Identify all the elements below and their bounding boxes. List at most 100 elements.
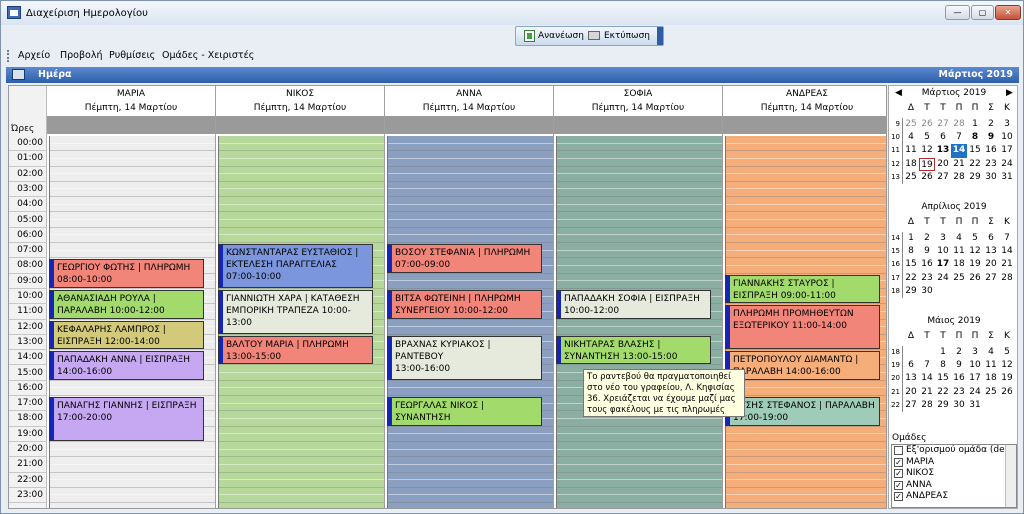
calendar-day[interactable]: 22 xyxy=(935,386,951,399)
time-slot[interactable] xyxy=(554,488,722,496)
refresh-icon[interactable] xyxy=(524,30,535,42)
time-slot[interactable] xyxy=(216,396,384,404)
time-slot[interactable] xyxy=(47,167,215,175)
time-slot[interactable] xyxy=(216,174,384,182)
maximize-button[interactable]: ▢ xyxy=(971,5,994,20)
mini-calendar-title[interactable]: Απρίλιος 2019 xyxy=(889,202,1019,212)
calendar-day[interactable]: 8 xyxy=(967,131,983,144)
time-slot[interactable] xyxy=(723,450,886,458)
time-slot[interactable] xyxy=(47,457,215,465)
all-day-area[interactable] xyxy=(385,116,553,134)
time-slot[interactable] xyxy=(554,197,722,205)
calendar-day[interactable]: 23 xyxy=(919,272,935,285)
time-slot[interactable] xyxy=(385,457,553,465)
time-slot[interactable] xyxy=(723,480,886,488)
time-slot[interactable] xyxy=(723,220,886,228)
time-slot[interactable] xyxy=(723,213,886,221)
calendar-day[interactable]: 8 xyxy=(903,245,919,258)
calendar-day[interactable]: 15 xyxy=(967,144,983,157)
calendar-day[interactable]: 14 xyxy=(919,372,935,385)
calendar-day[interactable]: 1 xyxy=(903,232,919,245)
time-slot[interactable] xyxy=(723,496,886,504)
group-checkbox[interactable]: ✓ xyxy=(894,492,903,501)
time-slot[interactable] xyxy=(554,167,722,175)
time-slot[interactable] xyxy=(554,274,722,282)
time-slot[interactable] xyxy=(47,220,215,228)
calendar-day[interactable]: 10 xyxy=(999,131,1015,144)
calendar-day[interactable]: 14 xyxy=(999,245,1015,258)
time-slot[interactable] xyxy=(554,281,722,289)
calendar-day[interactable]: 8 xyxy=(935,359,951,372)
time-slot[interactable] xyxy=(554,174,722,182)
time-slot[interactable] xyxy=(216,151,384,159)
time-slot[interactable] xyxy=(554,228,722,236)
time-slot[interactable] xyxy=(216,144,384,152)
appointment[interactable]: ΚΕΦΑΛΑΡΗΣ ΛΑΜΠΡΟΣ | ΕΙΣΠΡΑΞΗ 12:00-14:00 xyxy=(49,320,204,350)
time-slot[interactable] xyxy=(385,442,553,450)
time-slot[interactable] xyxy=(385,197,553,205)
calendar-day[interactable]: 11 xyxy=(951,245,967,258)
calendar-day[interactable]: 26 xyxy=(999,386,1015,399)
all-day-area[interactable] xyxy=(47,116,215,134)
time-slot[interactable] xyxy=(385,496,553,504)
calendar-day[interactable]: 4 xyxy=(951,232,967,245)
time-slot[interactable] xyxy=(723,151,886,159)
calendar-day[interactable]: 15 xyxy=(935,372,951,385)
time-slot[interactable] xyxy=(554,457,722,465)
time-slot[interactable] xyxy=(47,442,215,450)
time-slot[interactable] xyxy=(723,159,886,167)
calendar-day[interactable]: 16 xyxy=(919,258,935,271)
toolbar-grip[interactable] xyxy=(657,27,663,45)
time-slot[interactable] xyxy=(723,465,886,473)
time-slot[interactable] xyxy=(385,480,553,488)
time-slot[interactable] xyxy=(47,488,215,496)
time-slot[interactable] xyxy=(385,388,553,397)
time-slot[interactable] xyxy=(723,434,886,442)
calendar-day[interactable]: 12 xyxy=(999,359,1015,372)
calendar-day[interactable]: 18 xyxy=(903,158,919,171)
time-slot[interactable] xyxy=(554,320,722,328)
menu-file[interactable]: Αρχείο xyxy=(18,50,50,61)
calendar-day[interactable]: 20 xyxy=(903,386,919,399)
time-slot[interactable] xyxy=(216,480,384,488)
time-slot[interactable] xyxy=(47,388,215,397)
appointment[interactable]: ΒΑΛΤΟΥ ΜΑΡΙΑ | ΠΛΗΡΩΜΗ 13:00-15:00 xyxy=(218,335,373,365)
calendar-day[interactable]: 30 xyxy=(919,285,935,298)
calendar-day[interactable]: 26 xyxy=(919,171,935,184)
all-day-area[interactable] xyxy=(216,116,384,134)
time-slot[interactable] xyxy=(554,419,722,427)
calendar-day[interactable]: 27 xyxy=(983,272,999,285)
time-slot[interactable] xyxy=(47,144,215,152)
calendar-day[interactable]: 9 xyxy=(919,245,935,258)
time-slot[interactable] xyxy=(47,174,215,182)
time-slot[interactable] xyxy=(385,190,553,198)
calendar-day[interactable]: 14 xyxy=(951,144,967,158)
calendar-day[interactable]: 18 xyxy=(951,258,967,271)
time-slot[interactable] xyxy=(385,159,553,167)
time-slot[interactable] xyxy=(47,251,215,259)
time-slot[interactable] xyxy=(554,473,722,481)
appointment[interactable]: ΟΤΣΗΣ ΣΤΕΦΑΝΟΣ | ΠΑΡΑΛΑΒΗ 17:00-19:00 xyxy=(725,397,880,426)
time-slot[interactable] xyxy=(554,235,722,244)
calendar-day[interactable]: 21 xyxy=(919,386,935,399)
time-slot[interactable] xyxy=(554,144,722,152)
calendar-day[interactable]: 6 xyxy=(935,131,951,144)
column-body[interactable]: ΓΕΩΡΓΙΟΥ ΦΩΤΗΣ | ΠΛΗΡΩΜΗ 08:00-10:00 ΑΘΑΝΑ… xyxy=(47,136,215,508)
time-slot[interactable] xyxy=(554,136,722,144)
calendar-day[interactable]: 3 xyxy=(967,346,983,359)
appointment[interactable]: ΒΡΑΧΝΑΣ ΚΥΡΙΑΚΟΣ | ΡΑΝΤΕΒΟΥ 13:00-16:00 xyxy=(387,335,542,380)
time-slot[interactable] xyxy=(216,427,384,435)
time-slot[interactable] xyxy=(385,465,553,473)
mini-calendar-title[interactable]: Μάρτιος 2019 xyxy=(889,88,1019,98)
group-item[interactable]: ✓ ΑΝΝΑ xyxy=(892,480,1016,492)
time-slot[interactable] xyxy=(216,419,384,427)
calendar-day[interactable]: 7 xyxy=(919,359,935,372)
time-slot[interactable] xyxy=(723,167,886,175)
time-slot[interactable] xyxy=(385,427,553,435)
time-slot[interactable] xyxy=(554,251,722,259)
time-slot[interactable] xyxy=(385,167,553,175)
calendar-day[interactable]: 3 xyxy=(935,232,951,245)
calendar-day[interactable]: 19 xyxy=(999,372,1015,385)
calendar-day[interactable]: 17 xyxy=(935,258,951,271)
column-body[interactable]: ΒΟΣΟΥ ΣΤΕΦΑΝΙΑ | ΠΛΗΡΩΜΗ 07:00-09:00 ΒΙΤΣΑ… xyxy=(385,136,553,508)
